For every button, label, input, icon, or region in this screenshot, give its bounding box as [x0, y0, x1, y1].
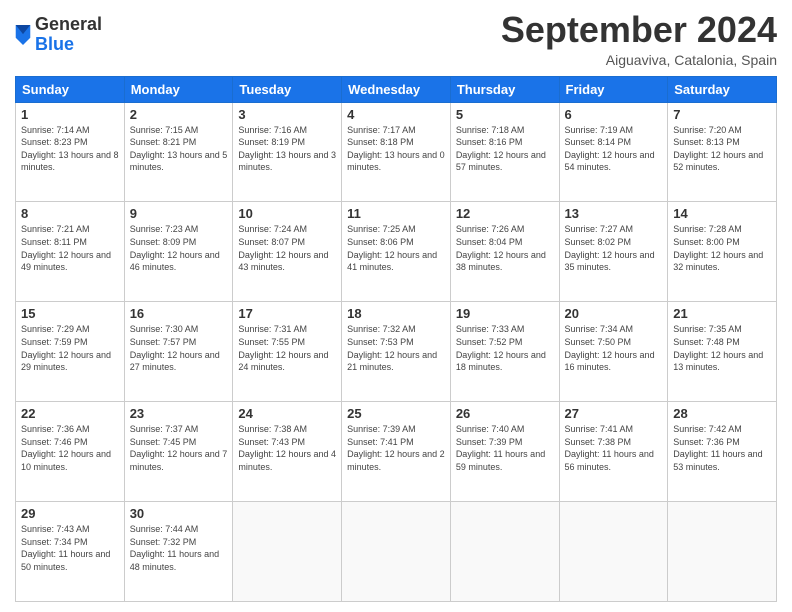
header-thursday: Thursday	[450, 76, 559, 102]
week-row-4: 22 Sunrise: 7:36 AMSunset: 7:46 PMDaylig…	[16, 402, 777, 502]
week-row-2: 8 Sunrise: 7:21 AMSunset: 8:11 PMDayligh…	[16, 202, 777, 302]
logo-general: General	[35, 15, 102, 35]
day-8: 8 Sunrise: 7:21 AMSunset: 8:11 PMDayligh…	[16, 202, 125, 302]
day-5: 5 Sunrise: 7:18 AMSunset: 8:16 PMDayligh…	[450, 102, 559, 202]
location: Aiguaviva, Catalonia, Spain	[501, 52, 777, 68]
day-16: 16 Sunrise: 7:30 AMSunset: 7:57 PMDaylig…	[124, 302, 233, 402]
empty-cell-3	[450, 502, 559, 602]
day-10: 10 Sunrise: 7:24 AMSunset: 8:07 PMDaylig…	[233, 202, 342, 302]
header-tuesday: Tuesday	[233, 76, 342, 102]
day-17: 17 Sunrise: 7:31 AMSunset: 7:55 PMDaylig…	[233, 302, 342, 402]
day-11: 11 Sunrise: 7:25 AMSunset: 8:06 PMDaylig…	[342, 202, 451, 302]
day-29: 29 Sunrise: 7:43 AMSunset: 7:34 PMDaylig…	[16, 502, 125, 602]
page: General Blue September 2024 Aiguaviva, C…	[0, 0, 792, 612]
day-26: 26 Sunrise: 7:40 AMSunset: 7:39 PMDaylig…	[450, 402, 559, 502]
title-block: September 2024 Aiguaviva, Catalonia, Spa…	[501, 10, 777, 68]
header-friday: Friday	[559, 76, 668, 102]
logo-icon	[15, 25, 31, 45]
header-monday: Monday	[124, 76, 233, 102]
day-2: 2 Sunrise: 7:15 AMSunset: 8:21 PMDayligh…	[124, 102, 233, 202]
day-9: 9 Sunrise: 7:23 AMSunset: 8:09 PMDayligh…	[124, 202, 233, 302]
week-row-1: 1 Sunrise: 7:14 AMSunset: 8:23 PMDayligh…	[16, 102, 777, 202]
header-wednesday: Wednesday	[342, 76, 451, 102]
day-4: 4 Sunrise: 7:17 AMSunset: 8:18 PMDayligh…	[342, 102, 451, 202]
empty-cell-5	[668, 502, 777, 602]
day-1: 1 Sunrise: 7:14 AMSunset: 8:23 PMDayligh…	[16, 102, 125, 202]
empty-cell-1	[233, 502, 342, 602]
logo-blue: Blue	[35, 35, 102, 55]
day-28: 28 Sunrise: 7:42 AMSunset: 7:36 PMDaylig…	[668, 402, 777, 502]
week-row-5: 29 Sunrise: 7:43 AMSunset: 7:34 PMDaylig…	[16, 502, 777, 602]
week-row-3: 15 Sunrise: 7:29 AMSunset: 7:59 PMDaylig…	[16, 302, 777, 402]
day-21: 21 Sunrise: 7:35 AMSunset: 7:48 PMDaylig…	[668, 302, 777, 402]
day-14: 14 Sunrise: 7:28 AMSunset: 8:00 PMDaylig…	[668, 202, 777, 302]
day-15: 15 Sunrise: 7:29 AMSunset: 7:59 PMDaylig…	[16, 302, 125, 402]
day-6: 6 Sunrise: 7:19 AMSunset: 8:14 PMDayligh…	[559, 102, 668, 202]
header-saturday: Saturday	[668, 76, 777, 102]
day-12: 12 Sunrise: 7:26 AMSunset: 8:04 PMDaylig…	[450, 202, 559, 302]
day-30: 30 Sunrise: 7:44 AMSunset: 7:32 PMDaylig…	[124, 502, 233, 602]
header: General Blue September 2024 Aiguaviva, C…	[15, 10, 777, 68]
calendar-table: Sunday Monday Tuesday Wednesday Thursday…	[15, 76, 777, 602]
empty-cell-4	[559, 502, 668, 602]
logo-text: General Blue	[35, 15, 102, 55]
weekday-header-row: Sunday Monday Tuesday Wednesday Thursday…	[16, 76, 777, 102]
day-27: 27 Sunrise: 7:41 AMSunset: 7:38 PMDaylig…	[559, 402, 668, 502]
day-13: 13 Sunrise: 7:27 AMSunset: 8:02 PMDaylig…	[559, 202, 668, 302]
header-sunday: Sunday	[16, 76, 125, 102]
day-24: 24 Sunrise: 7:38 AMSunset: 7:43 PMDaylig…	[233, 402, 342, 502]
day-3: 3 Sunrise: 7:16 AMSunset: 8:19 PMDayligh…	[233, 102, 342, 202]
day-7: 7 Sunrise: 7:20 AMSunset: 8:13 PMDayligh…	[668, 102, 777, 202]
month-title: September 2024	[501, 10, 777, 50]
empty-cell-2	[342, 502, 451, 602]
day-20: 20 Sunrise: 7:34 AMSunset: 7:50 PMDaylig…	[559, 302, 668, 402]
logo: General Blue	[15, 15, 102, 55]
day-25: 25 Sunrise: 7:39 AMSunset: 7:41 PMDaylig…	[342, 402, 451, 502]
day-19: 19 Sunrise: 7:33 AMSunset: 7:52 PMDaylig…	[450, 302, 559, 402]
day-22: 22 Sunrise: 7:36 AMSunset: 7:46 PMDaylig…	[16, 402, 125, 502]
day-18: 18 Sunrise: 7:32 AMSunset: 7:53 PMDaylig…	[342, 302, 451, 402]
day-23: 23 Sunrise: 7:37 AMSunset: 7:45 PMDaylig…	[124, 402, 233, 502]
